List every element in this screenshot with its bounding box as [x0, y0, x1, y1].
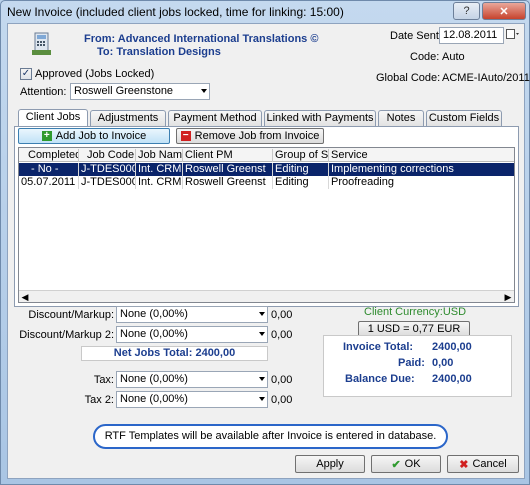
tax-label: Tax:: [93, 374, 114, 386]
balance-due-value: 2400,00: [432, 373, 472, 385]
column-completed[interactable]: Completed: [19, 149, 79, 162]
cell-group: Editing: [273, 163, 329, 176]
title-bar[interactable]: New Invoice (included client jobs locked…: [1, 1, 529, 23]
add-job-label: Add Job to Invoice: [55, 130, 147, 142]
discount-amount: 0,00: [271, 309, 293, 321]
chevron-down-icon: [259, 332, 265, 336]
date-sent-label: Date Sent:: [390, 30, 442, 42]
column-service[interactable]: Service: [329, 149, 515, 162]
cell-job-name: Int. CRM syste: [138, 176, 183, 189]
scroll-right-icon[interactable]: ▶: [502, 291, 514, 303]
cell-client-pm: Roswell Greenst: [183, 163, 273, 176]
invoice-total-label: Invoice Total:: [343, 341, 414, 353]
code-label: Code:: [410, 51, 440, 63]
checkmark-icon: ✔: [391, 458, 401, 471]
attention-select[interactable]: Roswell Greenstone: [70, 83, 210, 100]
discount2-select[interactable]: None (0,00%): [116, 326, 268, 343]
tax-value: None (0,00%): [120, 373, 188, 385]
chevron-down-icon: [259, 377, 265, 381]
to-company: To: Translation Designs: [97, 46, 221, 58]
attention-value: Roswell Greenstone: [74, 85, 174, 97]
help-button[interactable]: ?: [453, 2, 480, 20]
invoice-window: New Invoice (included client jobs locked…: [0, 0, 530, 485]
attention-label: Attention:: [20, 86, 67, 98]
cell-group: Editing: [273, 176, 329, 189]
tab-notes[interactable]: Notes: [378, 110, 424, 126]
paid-value: 0,00: [432, 357, 454, 369]
cancel-button[interactable]: ✖ Cancel: [447, 455, 519, 473]
client-currency: Client Currency:USD: [364, 306, 467, 318]
ok-label: OK: [404, 458, 421, 470]
remove-job-label: Remove Job from Invoice: [194, 130, 320, 142]
jobs-table[interactable]: Completed Job Code Job Name Client PM Gr…: [18, 147, 515, 303]
tab-custom-fields[interactable]: Custom Fields: [426, 110, 502, 126]
table-row[interactable]: 05.07.2011 18 J-TDES0002 Int. CRM syste …: [19, 176, 514, 189]
plus-icon: +: [41, 131, 52, 141]
tax-select[interactable]: None (0,00%): [116, 371, 268, 388]
tax2-amount: 0,00: [271, 394, 293, 406]
apply-button[interactable]: Apply: [295, 455, 365, 473]
approved-label: Approved (Jobs Locked): [35, 68, 155, 80]
column-job-code[interactable]: Job Code: [79, 149, 136, 162]
discount-select[interactable]: None (0,00%): [116, 306, 268, 323]
tab-adjustments[interactable]: Adjustments: [90, 110, 166, 126]
global-code-label: Global Code:: [376, 72, 441, 84]
cell-service: Proofreading: [331, 176, 394, 188]
rtf-info-message: RTF Templates will be available after In…: [93, 424, 448, 449]
discount2-value: None (0,00%): [120, 328, 188, 340]
discount-value: None (0,00%): [120, 308, 188, 320]
tab-linked-with-payments[interactable]: Linked with Payments: [264, 110, 376, 126]
table-header: Completed Job Code Job Name Client PM Gr…: [19, 148, 514, 162]
chevron-down-icon: [201, 89, 207, 93]
cell-completed: 05.07.2011 18: [19, 176, 79, 189]
ok-button[interactable]: ✔ OK: [371, 455, 441, 473]
column-client-pm[interactable]: Client PM: [183, 149, 273, 162]
date-sent-field[interactable]: 12.08.2011: [439, 27, 504, 44]
column-group-of-service[interactable]: Group of Ser: [273, 149, 329, 162]
discount2-amount: 0,00: [271, 329, 293, 341]
cell-service: Implementing corrections: [331, 163, 454, 175]
calendar-icon[interactable]: [506, 29, 520, 41]
from-company: From: Advanced International Translation…: [84, 33, 319, 45]
discount-label: Discount/Markup:: [28, 309, 114, 321]
cell-job-name: Int. CRM syste: [138, 163, 183, 176]
chevron-down-icon: [259, 312, 265, 316]
paid-label: Paid:: [398, 357, 425, 369]
tab-payment-method[interactable]: Payment Method: [168, 110, 262, 126]
cell-job-code: J-TDES0003: [79, 163, 136, 176]
date-sent-value: 12.08.2011: [443, 29, 498, 41]
chevron-down-icon: [259, 397, 265, 401]
approved-checkbox[interactable]: ✓: [20, 68, 32, 80]
cell-job-code: J-TDES0002: [79, 176, 136, 189]
tax2-label: Tax 2:: [84, 394, 114, 406]
add-job-button[interactable]: + Add Job to Invoice: [18, 128, 170, 144]
minus-icon: −: [180, 131, 191, 141]
remove-job-button[interactable]: − Remove Job from Invoice: [176, 128, 324, 144]
invoice-summary: Invoice Total: 2400,00 Paid: 0,00 Balanc…: [323, 335, 512, 397]
tab-client-jobs[interactable]: Client Jobs: [18, 109, 88, 127]
net-jobs-total: Net Jobs Total: 2400,00: [81, 346, 268, 361]
scroll-left-icon[interactable]: ◀: [19, 291, 31, 303]
client-jobs-panel: + Add Job to Invoice − Remove Job from I…: [14, 126, 519, 307]
code-value: Auto: [442, 51, 465, 63]
close-button[interactable]: ✕: [482, 2, 526, 20]
global-code-value: ACME-IAuto/2011: [442, 72, 530, 84]
tax-amount: 0,00: [271, 374, 293, 386]
tax2-value: None (0,00%): [120, 393, 188, 405]
column-job-name[interactable]: Job Name: [136, 149, 183, 162]
cancel-label: Cancel: [472, 458, 507, 470]
horizontal-scrollbar[interactable]: ◀ ▶: [19, 290, 514, 302]
invoice-calculator-icon: [32, 32, 52, 56]
balance-due-label: Balance Due:: [345, 373, 415, 385]
invoice-total-value: 2400,00: [432, 341, 472, 353]
cancel-x-icon: ✖: [459, 458, 469, 471]
cell-client-pm: Roswell Greenst: [183, 176, 273, 189]
window-title: New Invoice (included client jobs locked…: [7, 5, 344, 19]
tax2-select[interactable]: None (0,00%): [116, 391, 268, 408]
dialog-body: From: Advanced International Translation…: [7, 23, 530, 479]
table-row[interactable]: - No - J-TDES0003 Int. CRM syste Roswell…: [19, 163, 514, 176]
discount2-label: Discount/Markup 2:: [19, 329, 114, 341]
cell-completed: - No -: [19, 163, 79, 176]
